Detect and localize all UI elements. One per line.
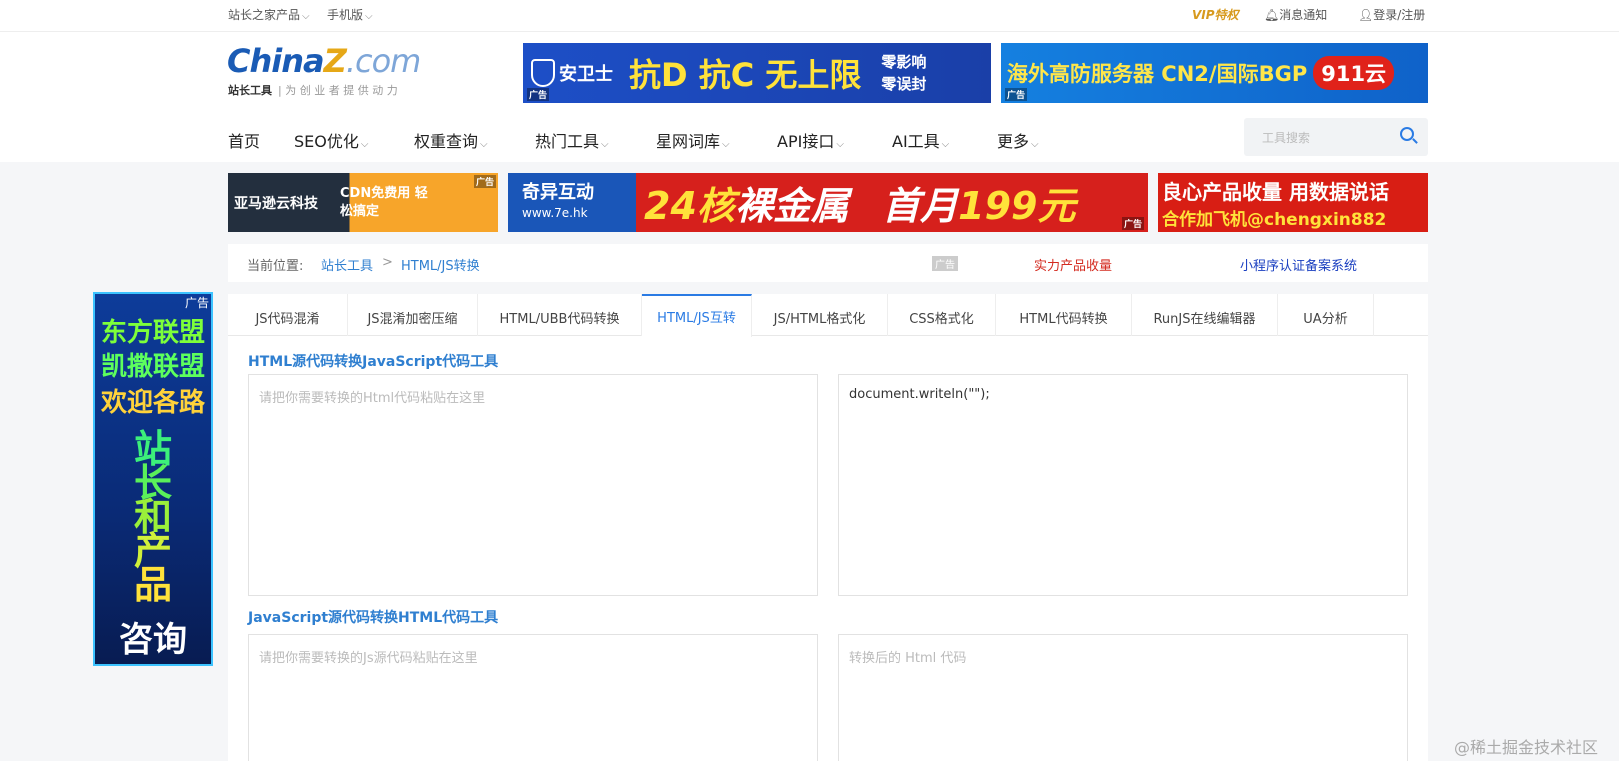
nav-home[interactable]: 首页	[228, 128, 260, 152]
js-input[interactable]	[248, 634, 818, 761]
ad-link-blue[interactable]: 小程序认证备案系统	[1240, 255, 1357, 274]
banner-911yun[interactable]: 海外高防服务器 CN2/国际BGP 911云 广告	[1001, 43, 1428, 103]
chevron-down-icon: ⌵	[1031, 139, 1039, 150]
section-title-js-to-html: JavaScript源代码转换HTML代码工具	[248, 610, 499, 626]
search-input[interactable]: 工具搜索	[1262, 129, 1310, 146]
banner-7e[interactable]: 奇异互动 www.7e.hk 24核裸金属 首月199元 广告	[508, 173, 1148, 232]
tab-js-html-format[interactable]: JS/HTML格式化	[752, 294, 888, 336]
breadcrumb-current[interactable]: HTML/JS转换	[401, 255, 480, 274]
chevron-down-icon: ⌵	[836, 139, 844, 150]
nav-hot-tools[interactable]: 热门工具 ⌵	[535, 128, 609, 152]
section-title-html-to-js: HTML源代码转换JavaScript代码工具	[248, 354, 499, 370]
nav-weight[interactable]: 权重查询 ⌵	[414, 128, 488, 152]
breadcrumb-home[interactable]: 站长工具	[321, 255, 373, 274]
tool-search[interactable]: 工具搜索	[1244, 118, 1428, 156]
tab-html-ubb[interactable]: HTML/UBB代码转换	[478, 294, 642, 336]
tool-tabs: JS代码混淆 JS混淆加密压缩 HTML/UBB代码转换 HTML/JS互转 J…	[228, 294, 1428, 337]
nav-more[interactable]: 更多 ⌵	[997, 128, 1039, 152]
js-output[interactable]: document.writeln("");	[838, 374, 1408, 596]
user-icon: 👤︎	[1358, 8, 1374, 22]
ad-badge: 广告	[932, 256, 958, 271]
vip-link[interactable]: VIP特权	[1192, 6, 1239, 23]
tab-js-encrypt[interactable]: JS混淆加密压缩	[348, 294, 478, 336]
top-bar: 站长之家产品 ⌵ 手机版 ⌵ VIP特权 🔔︎消息通知 👤︎登录/注册	[0, 0, 1619, 32]
nav-words[interactable]: 星网词库 ⌵	[656, 128, 730, 152]
html-input[interactable]	[248, 374, 818, 596]
nav-ai-tools[interactable]: AI工具 ⌵	[892, 128, 949, 152]
breadcrumb: 当前位置: 站长工具 > HTML/JS转换 广告 实力产品收量 小程序认证备案…	[228, 244, 1428, 282]
chevron-down-icon: ⌵	[722, 139, 730, 150]
shield-icon	[531, 59, 555, 87]
tab-js-obfuscate[interactable]: JS代码混淆	[228, 294, 348, 336]
login-link[interactable]: 👤︎登录/注册	[1358, 6, 1425, 23]
nav-api[interactable]: API接口 ⌵	[777, 128, 844, 152]
tab-html-convert[interactable]: HTML代码转换	[996, 294, 1132, 336]
watermark: @稀土掘金技术社区	[1454, 738, 1599, 757]
tool-panel: JS代码混淆 JS混淆加密压缩 HTML/UBB代码转换 HTML/JS互转 J…	[228, 294, 1428, 761]
nav-seo[interactable]: SEO优化 ⌵	[294, 128, 368, 152]
tab-html-js[interactable]: HTML/JS互转	[642, 294, 752, 337]
products-menu[interactable]: 站长之家产品 ⌵	[228, 6, 310, 23]
chevron-down-icon: ⌵	[360, 139, 369, 150]
tab-runjs[interactable]: RunJS在线编辑器	[1132, 294, 1278, 336]
notice-link[interactable]: 🔔︎消息通知	[1264, 6, 1327, 23]
ad-link-red[interactable]: 实力产品收量	[1034, 255, 1112, 274]
banner-data[interactable]: 良心产品收量 用数据说话 合作加飞机@chengxin882	[1158, 173, 1428, 232]
search-icon[interactable]	[1400, 127, 1414, 141]
bell-icon: 🔔︎	[1264, 8, 1280, 22]
tab-css-format[interactable]: CSS格式化	[888, 294, 996, 336]
logo-subtitle: 站长工具 | 为 创 业 者 提 供 动 力	[228, 84, 398, 97]
html-output[interactable]	[838, 634, 1408, 761]
tab-ua[interactable]: UA分析	[1278, 294, 1374, 336]
side-ad[interactable]: 广告 东方联盟 凯撒联盟 欢迎各路 站 长 和 产 品 咨询	[93, 292, 213, 666]
banner-aws[interactable]: 亚马逊云科技 CDN免费用 轻松搞定 广告	[228, 173, 498, 232]
chevron-down-icon: ⌵	[601, 139, 609, 150]
chevron-down-icon: ⌵	[302, 11, 310, 22]
chevron-down-icon: ⌵	[480, 139, 488, 150]
chevron-down-icon: ⌵	[365, 11, 373, 22]
mobile-menu[interactable]: 手机版 ⌵	[327, 6, 373, 23]
logo[interactable]: ChinaZ.com	[227, 42, 421, 80]
chevron-down-icon: ⌵	[941, 139, 950, 150]
banner-anweishi[interactable]: 安卫士 抗D 抗C 无上限 零影响 零误封 广告	[523, 43, 991, 103]
